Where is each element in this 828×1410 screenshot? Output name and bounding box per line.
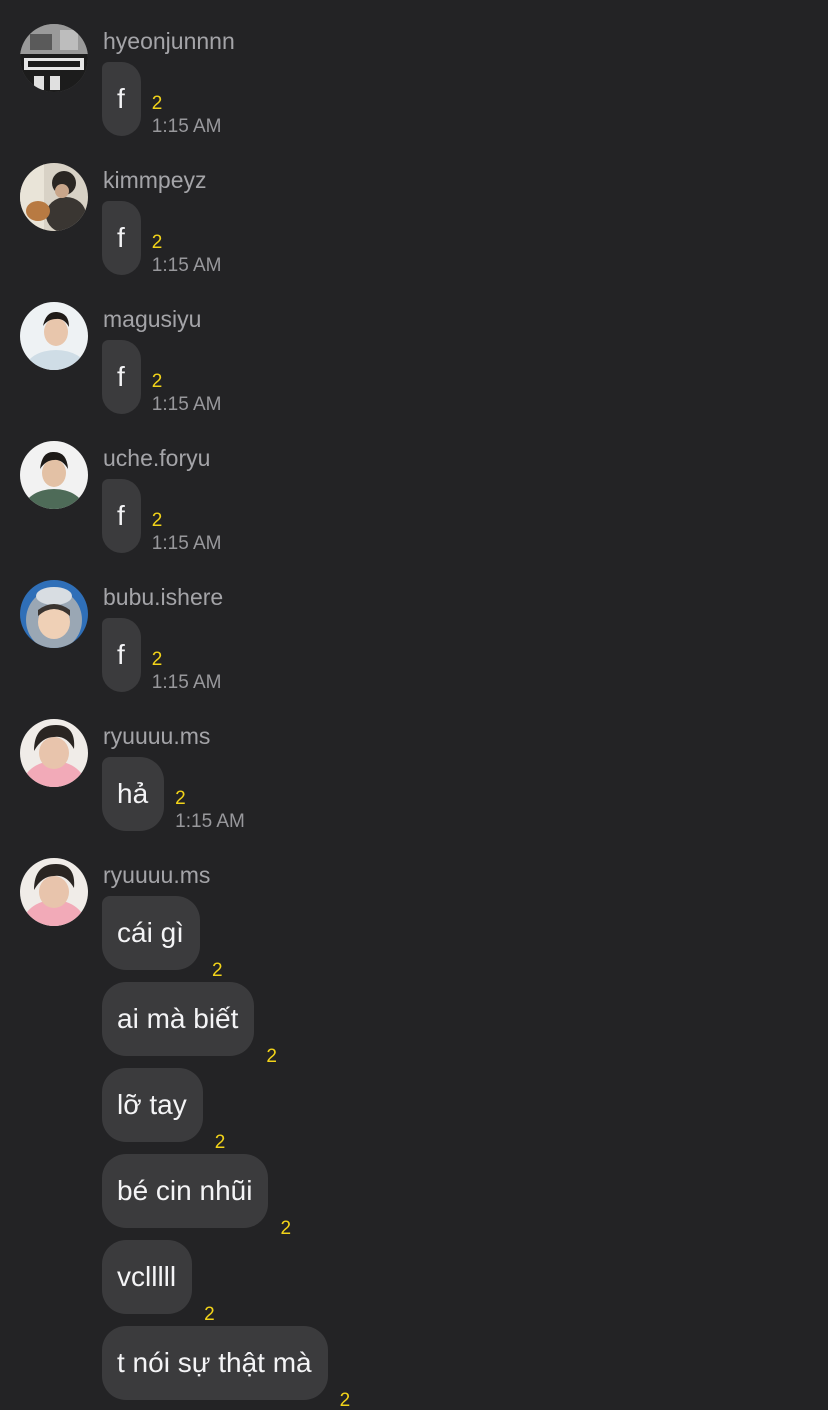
avatar[interactable]	[20, 163, 88, 231]
message-meta: 2	[340, 1390, 351, 1410]
username: uche.foryu	[103, 445, 211, 471]
timestamp: 1:15 AM	[151, 533, 222, 554]
message[interactable]: bé cin nhũi 2	[102, 1154, 291, 1239]
timestamp: 1:15 AM	[151, 255, 222, 276]
message-bubble[interactable]: f	[102, 479, 141, 553]
seen-count: 2	[266, 1046, 277, 1067]
message[interactable]: cái gì 2	[102, 896, 223, 981]
seen-count: 2	[214, 1132, 226, 1153]
username: bubu.ishere	[103, 584, 224, 610]
username: hyeonjunnnn	[103, 28, 235, 54]
username: ryuuuu.ms	[103, 862, 211, 888]
seen-count: 2	[151, 510, 163, 531]
timestamp: 1:15 AM	[175, 811, 245, 832]
message[interactable]: f 2 1:15 AM	[102, 618, 222, 693]
message-meta: 2 1:15 AM	[152, 649, 222, 695]
chat-thread: hyeonjunnnn f 2 1:15 AM kimmpeyz f 2 1:1…	[0, 0, 828, 1410]
username: magusiyu	[103, 306, 202, 332]
avatar[interactable]	[20, 580, 88, 648]
seen-count: 2	[339, 1390, 351, 1410]
avatar[interactable]	[20, 441, 88, 509]
message[interactable]: vclllll 2	[102, 1240, 215, 1325]
message-meta: 2 1:15 AM	[152, 510, 222, 556]
avatar[interactable]	[20, 302, 88, 370]
message-bubble[interactable]: f	[102, 62, 141, 136]
avatar[interactable]	[20, 858, 88, 926]
message-meta: 2 1:15 AM	[152, 232, 222, 278]
username: ryuuuu.ms	[103, 723, 211, 749]
message-meta: 2 1:15 AM	[152, 371, 222, 417]
message-bubble[interactable]: cái gì	[102, 896, 200, 970]
message-bubble[interactable]: f	[102, 340, 141, 414]
message-bubble[interactable]: vclllll	[102, 1240, 193, 1314]
seen-count: 2	[151, 93, 163, 114]
message-meta: 2 1:15 AM	[152, 93, 222, 139]
message[interactable]: lỡ tay 2	[102, 1068, 225, 1153]
message-bubble[interactable]: f	[102, 201, 141, 275]
timestamp: 1:15 AM	[151, 672, 222, 693]
message-meta: 2	[280, 1218, 291, 1240]
message[interactable]: hả 2 1:15 AM	[102, 757, 245, 832]
message-meta: 2	[212, 960, 223, 982]
seen-count: 2	[175, 788, 186, 809]
message[interactable]: t nói sự thật mà 2	[102, 1326, 350, 1410]
message-meta: 2 1:15 AM	[175, 788, 245, 834]
message[interactable]: f 2 1:15 AM	[102, 62, 222, 137]
message[interactable]: f 2 1:15 AM	[102, 340, 222, 415]
seen-count: 2	[151, 232, 163, 253]
seen-count: 2	[151, 649, 163, 670]
message[interactable]: f 2 1:15 AM	[102, 201, 222, 276]
message-meta: 2	[266, 1046, 277, 1068]
message[interactable]: ai mà biết 2	[102, 982, 277, 1067]
timestamp: 1:15 AM	[151, 116, 222, 137]
message-bubble[interactable]: ai mà biết	[102, 982, 255, 1056]
timestamp: 1:15 AM	[151, 394, 222, 415]
message-bubble[interactable]: t nói sự thật mà	[102, 1326, 328, 1400]
avatar[interactable]	[20, 24, 88, 92]
message-bubble[interactable]: hả	[102, 757, 165, 831]
message[interactable]: f 2 1:15 AM	[102, 479, 222, 554]
message-meta: 2	[215, 1132, 226, 1154]
message-bubble[interactable]: lỡ tay	[102, 1068, 203, 1142]
message-bubble[interactable]: bé cin nhũi	[102, 1154, 269, 1228]
seen-count: 2	[280, 1218, 292, 1239]
avatar[interactable]	[20, 719, 88, 787]
seen-count: 2	[211, 960, 223, 981]
message-bubble[interactable]: f	[102, 618, 141, 692]
message-meta: 2	[204, 1304, 215, 1326]
seen-count: 2	[151, 371, 163, 392]
seen-count: 2	[204, 1304, 215, 1325]
username: kimmpeyz	[103, 167, 207, 193]
